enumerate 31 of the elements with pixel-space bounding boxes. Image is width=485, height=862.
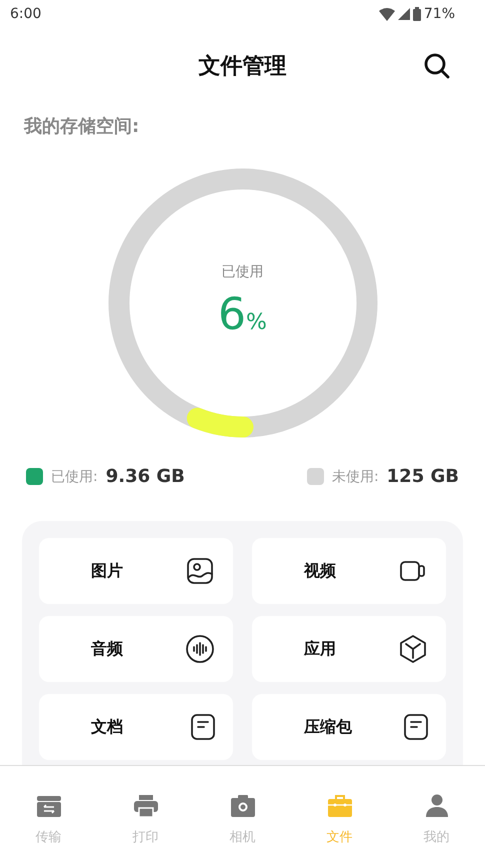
category-tile[interactable]: 图片 [39,538,233,604]
user-icon [424,794,450,818]
battery-level: 71% [424,6,455,22]
status-time: 6:00 [10,6,42,22]
briefcase-icon [326,794,352,818]
printer-icon [132,794,158,818]
image-icon [185,556,215,586]
page-title: 文件管理 [198,53,286,81]
search-button[interactable] [423,52,451,80]
sound-wave-icon [185,634,215,664]
cube-icon [398,634,428,664]
camera-icon [230,794,256,818]
category-tile[interactable]: 压缩包 [252,694,446,760]
battery-icon [412,7,421,21]
category-tile[interactable]: 应用 [252,616,446,682]
legend-label: 已使用: [51,468,98,486]
document-icon [404,714,428,740]
category-tile[interactable]: 文档 [39,694,233,760]
storage-label: 我的存储空间: [22,115,140,138]
used-caption: 已使用 [222,263,264,281]
document-icon [191,714,215,740]
category-tile[interactable]: 视频 [252,538,446,604]
legend-amount: 125 GB [386,466,459,487]
wifi-icon [378,8,395,20]
legend-label: 未使用: [332,468,379,486]
used-percent: 6 [218,289,246,340]
category-tile[interactable]: 音频 [39,616,233,682]
signal-icon [398,8,410,20]
percent-sign: % [246,310,267,335]
transfer-box-icon [36,794,62,818]
legend-amount: 9.36 GB [106,466,185,487]
